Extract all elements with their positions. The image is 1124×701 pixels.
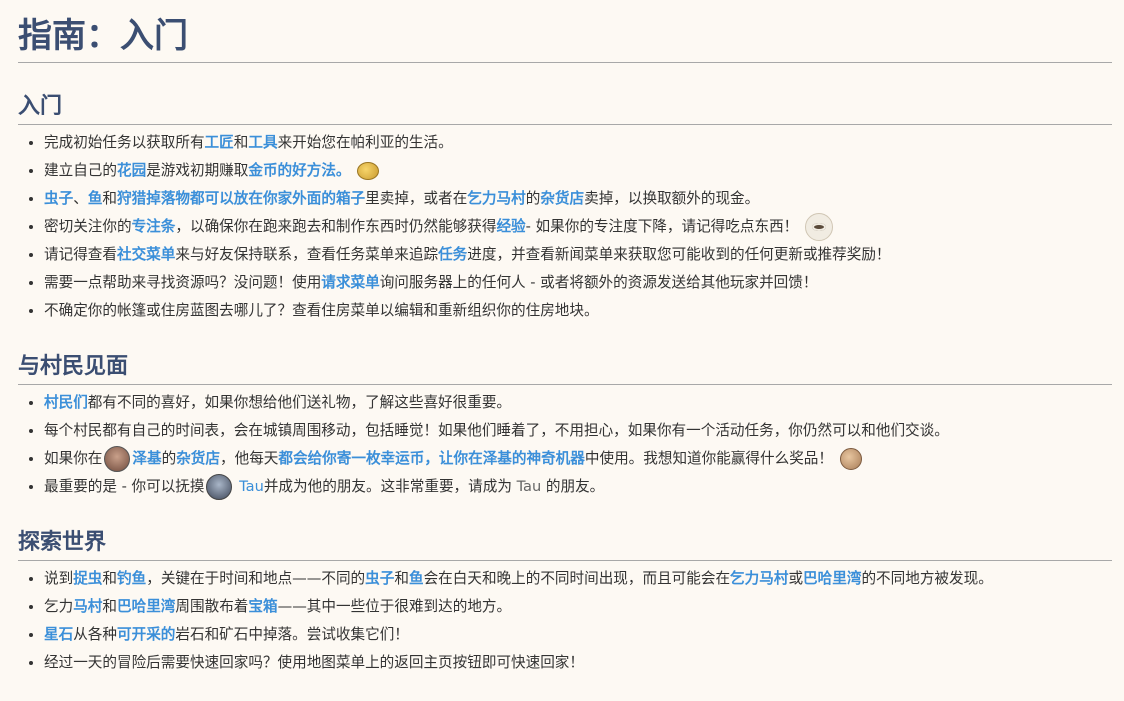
list-item: 村民们都有不同的喜好，如果你想给他们送礼物，了解这些喜好很重要。 <box>44 389 1112 417</box>
link-tools[interactable]: 工具 <box>248 134 277 151</box>
link-quests[interactable]: 任务 <box>438 246 467 263</box>
guide-page: 指南：入门 入门 完成初始任务以获取所有工匠和工具来开始您在帕利亚的生活。 建立… <box>0 0 1124 677</box>
focus-eye-icon <box>804 213 833 241</box>
link-bahari-bay-2[interactable]: 巴哈里湾 <box>117 598 175 615</box>
link-social-menu[interactable]: 社交菜单 <box>117 246 175 263</box>
link-gold-coins[interactable]: 金币的好方法。 <box>248 162 350 179</box>
link-lucky-coin-machine[interactable]: 都会给你寄一枚幸运币，让你在泽基的神奇机器 <box>278 450 584 467</box>
link-garden[interactable]: 花园 <box>117 162 146 179</box>
list-item: 最重要的是 - 你可以抚摸 Tau并成为他的朋友。这非常重要，请成为 Tau 的… <box>44 473 1112 501</box>
list-item: 密切关注你的专注条，以确保你在跑来跑去和制作东西时仍然能够获得经验- 如果你的专… <box>44 213 1112 241</box>
link-kilima-village-2[interactable]: 乞力马村 <box>730 570 788 587</box>
link-artisans[interactable]: 工匠 <box>205 134 234 151</box>
link-fish[interactable]: 鱼 <box>88 190 103 207</box>
link-bugs-2[interactable]: 虫子 <box>365 570 394 587</box>
link-general-store[interactable]: 杂货店 <box>540 190 584 207</box>
link-tau[interactable]: Tau <box>239 478 264 495</box>
link-zeki[interactable]: 泽基 <box>132 450 161 467</box>
gold-coin-icon <box>357 162 380 180</box>
text-tau: Tau <box>516 478 542 495</box>
link-experience[interactable]: 经验 <box>496 218 525 235</box>
list-item: 建立自己的花园是游戏初期赚取金币的好方法。 <box>44 157 1112 185</box>
link-villagers[interactable]: 村民们 <box>44 394 88 411</box>
list-item: 如果你在泽基的杂货店，他每天都会给你寄一枚幸运币，让你在泽基的神奇机器中使用。我… <box>44 445 1112 473</box>
link-chests[interactable]: 宝箱 <box>248 598 277 615</box>
zeki-avatar-icon <box>104 446 131 472</box>
link-village[interactable]: 马村 <box>73 598 102 615</box>
link-fish-2[interactable]: 鱼 <box>409 570 424 587</box>
page-title: 指南：入门 <box>18 10 1112 63</box>
lucky-coin-icon <box>839 448 862 470</box>
list-item: 说到捉虫和钓鱼，关键在于时间和地点——不同的虫子和鱼会在白天和晚上的不同时间出现… <box>44 565 1112 593</box>
section-heading: 入门 <box>18 93 1112 125</box>
list-item: 经过一天的冒险后需要快速回家吗？使用地图菜单上的返回主页按钮即可快速回家！ <box>44 649 1112 677</box>
list-item: 星石从各种可开采的岩石和矿石中掉落。尝试收集它们！ <box>44 621 1112 649</box>
section-heading: 与村民见面 <box>18 353 1112 385</box>
link-hunting-drops[interactable]: 狩猎掉落物都可以放在你家外面的箱子 <box>117 190 365 207</box>
link-fishing[interactable]: 钓鱼 <box>117 570 146 587</box>
list-item: 乞力马村和巴哈里湾周围散布着宝箱——其中一些位于很难到达的地方。 <box>44 593 1112 621</box>
link-request-menu[interactable]: 请求菜单 <box>321 274 379 291</box>
section-heading: 探索世界 <box>18 529 1112 561</box>
section-getting-started: 入门 完成初始任务以获取所有工匠和工具来开始您在帕利亚的生活。 建立自己的花园是… <box>18 93 1112 325</box>
list-item: 请记得查看社交菜单来与好友保持联系，查看任务菜单来追踪任务进度，并查看新闻菜单来… <box>44 241 1112 269</box>
link-star-stones[interactable]: 星石 <box>44 626 73 643</box>
bullet-list: 说到捉虫和钓鱼，关键在于时间和地点——不同的虫子和鱼会在白天和晚上的不同时间出现… <box>18 565 1112 677</box>
link-kilima-village[interactable]: 乞力马村 <box>467 190 525 207</box>
link-bug-catching[interactable]: 捉虫 <box>73 570 102 587</box>
section-meet-villagers: 与村民见面 村民们都有不同的喜好，如果你想给他们送礼物，了解这些喜好很重要。 每… <box>18 353 1112 501</box>
link-focus-bar[interactable]: 专注条 <box>132 218 176 235</box>
bullet-list: 完成初始任务以获取所有工匠和工具来开始您在帕利亚的生活。 建立自己的花园是游戏初… <box>18 129 1112 325</box>
bullet-list: 村民们都有不同的喜好，如果你想给他们送礼物，了解这些喜好很重要。 每个村民都有自… <box>18 389 1112 501</box>
list-item: 虫子、鱼和狩猎掉落物都可以放在你家外面的箱子里卖掉，或者在乞力马村的杂货店卖掉，… <box>44 185 1112 213</box>
list-item: 完成初始任务以获取所有工匠和工具来开始您在帕利亚的生活。 <box>44 129 1112 157</box>
link-minable[interactable]: 可开采的 <box>117 626 175 643</box>
tau-avatar-icon <box>206 474 233 500</box>
list-item: 需要一点帮助来寻找资源吗？没问题！使用请求菜单询问服务器上的任何人 - 或者将额… <box>44 269 1112 297</box>
link-bahari-bay[interactable]: 巴哈里湾 <box>803 570 861 587</box>
list-item: 每个村民都有自己的时间表，会在城镇周围移动，包括睡觉！如果他们睡着了，不用担心，… <box>44 417 1112 445</box>
list-item: 不确定你的帐篷或住房蓝图去哪儿了？查看住房菜单以编辑和重新组织你的住房地块。 <box>44 297 1112 325</box>
link-zeki-store[interactable]: 杂货店 <box>176 450 220 467</box>
link-bugs[interactable]: 虫子 <box>44 190 73 207</box>
section-explore-world: 探索世界 说到捉虫和钓鱼，关键在于时间和地点——不同的虫子和鱼会在白天和晚上的不… <box>18 529 1112 677</box>
